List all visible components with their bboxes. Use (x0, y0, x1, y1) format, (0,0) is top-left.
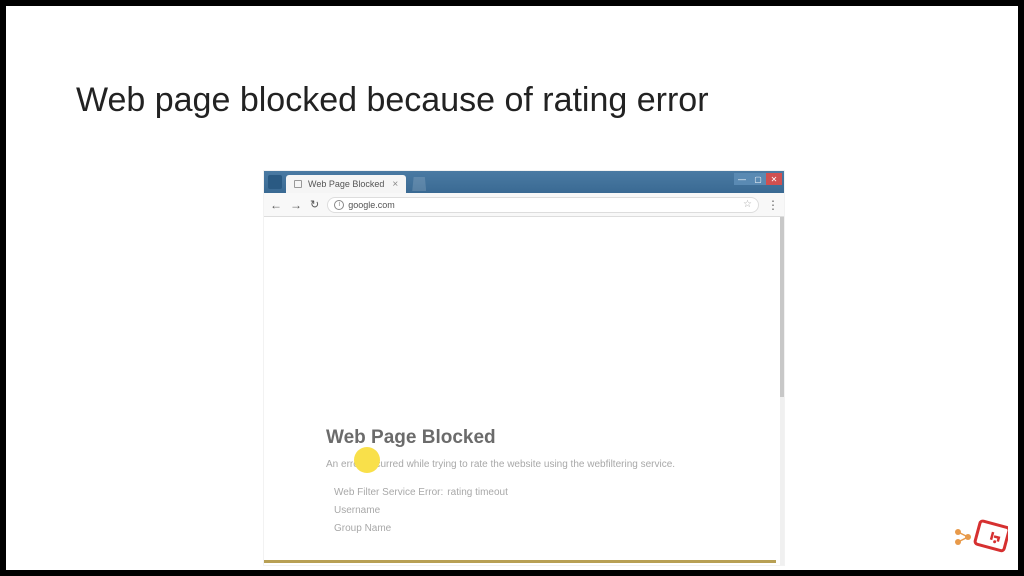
browser-window: Web Page Blocked × — ▢ ✕ ← → ↻ i google.… (264, 171, 784, 565)
minimize-button[interactable]: — (734, 173, 750, 185)
incognito-icon (268, 175, 282, 189)
tab-favicon-icon (294, 180, 302, 188)
slide: Web page blocked because of rating error… (6, 6, 1018, 570)
tab-close-icon[interactable]: × (392, 179, 398, 190)
browser-titlebar: Web Page Blocked × — ▢ ✕ (264, 171, 784, 193)
blocked-message: Web Page Blocked An error occurred while… (326, 427, 696, 538)
blocked-description: An error occurred while trying to rate t… (326, 457, 696, 472)
url-text: google.com (348, 200, 739, 210)
blocked-details: Web Filter Service Error: rating timeout… (326, 484, 696, 538)
back-button[interactable]: ← (270, 198, 282, 212)
blocked-heading: Web Page Blocked (326, 427, 696, 449)
address-bar[interactable]: i google.com ☆ (327, 197, 759, 213)
new-tab-button[interactable] (412, 177, 426, 191)
brand-logo-icon (948, 514, 1008, 562)
site-info-icon[interactable]: i (334, 200, 344, 210)
reload-button[interactable]: ↻ (310, 198, 319, 211)
error-label: Web Filter Service Error: (334, 484, 443, 502)
close-button[interactable]: ✕ (766, 173, 782, 185)
window-controls: — ▢ ✕ (734, 173, 782, 185)
group-label: Group Name (334, 520, 696, 538)
browser-menu-icon[interactable]: ⋮ (767, 198, 778, 212)
maximize-button[interactable]: ▢ (750, 173, 766, 185)
browser-toolbar: ← → ↻ i google.com ☆ ⋮ (264, 193, 784, 217)
bookmark-star-icon[interactable]: ☆ (743, 199, 752, 210)
cursor-highlight-icon (354, 447, 380, 473)
browser-tab[interactable]: Web Page Blocked × (286, 175, 406, 193)
page-divider (264, 560, 776, 563)
scrollbar-thumb[interactable] (780, 217, 784, 397)
page-content: Web Page Blocked An error occurred while… (264, 217, 780, 565)
tab-title: Web Page Blocked (308, 179, 384, 189)
error-value: rating timeout (447, 484, 508, 502)
forward-button[interactable]: → (290, 198, 302, 212)
slide-title: Web page blocked because of rating error (76, 81, 709, 120)
username-label: Username (334, 502, 696, 520)
